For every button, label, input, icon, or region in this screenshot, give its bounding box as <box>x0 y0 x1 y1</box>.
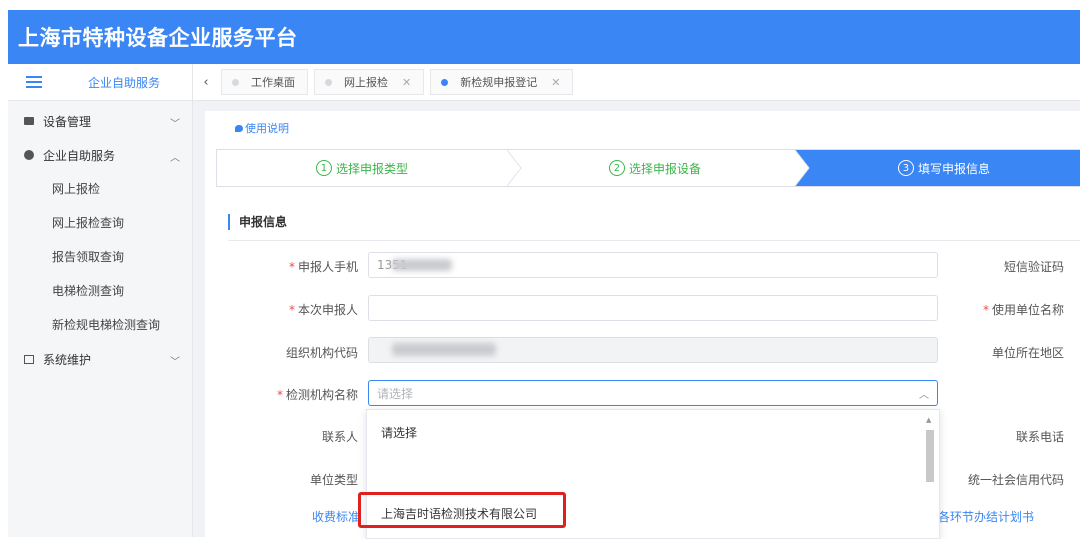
scrollbar-thumb[interactable] <box>926 430 934 482</box>
phone-input[interactable]: 1351 <box>368 252 938 278</box>
unit-type-label: 单位类型 <box>309 473 358 487</box>
briefcase-icon <box>24 117 34 125</box>
sidebar-item-online-inspection-query[interactable]: 网上报检查询 <box>8 206 192 240</box>
chevron-up-icon: ︿ <box>919 390 929 401</box>
highlight-box <box>358 492 566 528</box>
tab-bar: ‹ 工作桌面 网上报检 ✕ 新检规申报登记 ✕ <box>193 64 1080 101</box>
step-number: 3 <box>897 160 914 176</box>
hamburger-menu-icon[interactable] <box>26 76 42 88</box>
tab-label: 新检规申报登记 <box>460 76 538 89</box>
sidebar-item-online-inspection[interactable]: 网上报检 <box>8 172 192 206</box>
phone-label: * 申报人手机 <box>288 260 358 274</box>
agency-select[interactable]: 请选择 ︿ <box>368 380 938 406</box>
redacted-org-code <box>392 343 496 356</box>
region-label: 单位所在地区 <box>991 346 1064 360</box>
help-link[interactable]: 使用说明 <box>235 120 289 136</box>
redacted-phone <box>392 259 452 271</box>
step-3: 3 填写申报信息 <box>807 150 1080 186</box>
app-header: 上海市特种设备企业服务平台 <box>8 10 1080 64</box>
sidebar-header: 企业自助服务 <box>8 64 192 101</box>
contact-phone-label: 联系电话 <box>1015 430 1064 444</box>
step-number: 2 <box>608 160 625 176</box>
chevron-down-icon: ﹀ <box>170 357 180 368</box>
sidebar-item-report-collection[interactable]: 报告领取查询 <box>8 240 192 274</box>
close-icon[interactable]: ✕ <box>402 76 411 89</box>
tab-desktop[interactable]: 工作桌面 <box>221 69 308 95</box>
tab-dot-icon <box>232 78 239 86</box>
credit-code-label: 统一社会信用代码 <box>967 473 1064 487</box>
sidebar-group-label: 设备管理 <box>43 114 92 129</box>
sidebar-group-equipment[interactable]: 设备管理 ﹀ <box>8 104 192 138</box>
help-link-label: 使用说明 <box>245 122 289 135</box>
tab-label: 工作桌面 <box>251 76 295 89</box>
plan-link[interactable]: 各环节办结计划书 <box>938 508 1034 525</box>
monitor-icon <box>24 354 34 364</box>
fee-standard-link[interactable]: 收费标准 <box>312 508 360 525</box>
scroll-up-icon[interactable]: ▲ <box>926 416 931 424</box>
sms-code-label: 短信验证码 <box>1003 260 1064 274</box>
sidebar-item-elevator-test-query[interactable]: 电梯检测查询 <box>8 274 192 308</box>
chat-bubble-icon <box>235 124 243 132</box>
sidebar-group-label: 企业自助服务 <box>43 148 116 163</box>
agency-label: * 检测机构名称 <box>276 388 358 402</box>
org-code-label: 组织机构代码 <box>285 346 358 360</box>
reporter-label: * 本次申报人 <box>288 303 358 317</box>
tab-online-inspection[interactable]: 网上报检 ✕ <box>314 69 425 95</box>
tab-dot-icon <box>441 78 449 86</box>
tab-label: 网上报检 <box>344 76 388 89</box>
sidebar-group-label: 系统维护 <box>43 352 92 367</box>
contact-label: 联系人 <box>321 430 358 444</box>
dropdown-option-placeholder[interactable]: 请选择 <box>381 424 417 441</box>
unit-name-label: * 使用单位名称 <box>982 303 1064 317</box>
tab-new-registration[interactable]: 新检规申报登记 ✕ <box>430 69 574 95</box>
reporter-input[interactable] <box>368 295 938 321</box>
sidebar: 企业自助服务 设备管理 ﹀ 企业自助服务 ︿ 网上报检 网上报检查询 报告领取查… <box>8 64 193 537</box>
step-label: 选择申报设备 <box>628 161 701 176</box>
section-title: 申报信息 <box>228 214 287 230</box>
chevron-up-icon: ︿ <box>170 153 180 164</box>
step-number: 1 <box>315 160 332 176</box>
sidebar-item-new-elevator-test-query[interactable]: 新检规电梯检测查询 <box>8 308 192 342</box>
chevron-down-icon: ﹀ <box>170 119 180 130</box>
step-2: 2 选择申报设备 <box>517 150 793 186</box>
step-progress: 1 选择申报类型 2 选择申报设备 3 填写申报信息 <box>216 149 1080 187</box>
chevron-left-icon[interactable]: ‹ <box>197 75 215 90</box>
step-label: 填写申报信息 <box>917 161 990 176</box>
step-1: 1 选择申报类型 <box>217 150 507 186</box>
app-title: 上海市特种设备企业服务平台 <box>18 26 298 50</box>
sidebar-group-system[interactable]: 系统维护 ﹀ <box>8 342 192 376</box>
agency-placeholder: 请选择 <box>377 386 414 401</box>
tab-dot-icon <box>325 78 332 86</box>
close-icon[interactable]: ✕ <box>551 76 560 89</box>
gear-icon <box>24 150 34 160</box>
dropdown-scrollbar[interactable]: ▲ <box>925 416 935 534</box>
section-divider <box>228 240 1080 241</box>
sidebar-title: 企业自助服务 <box>88 75 161 90</box>
sidebar-group-self-service[interactable]: 企业自助服务 ︿ <box>8 138 192 172</box>
step-label: 选择申报类型 <box>335 161 408 176</box>
